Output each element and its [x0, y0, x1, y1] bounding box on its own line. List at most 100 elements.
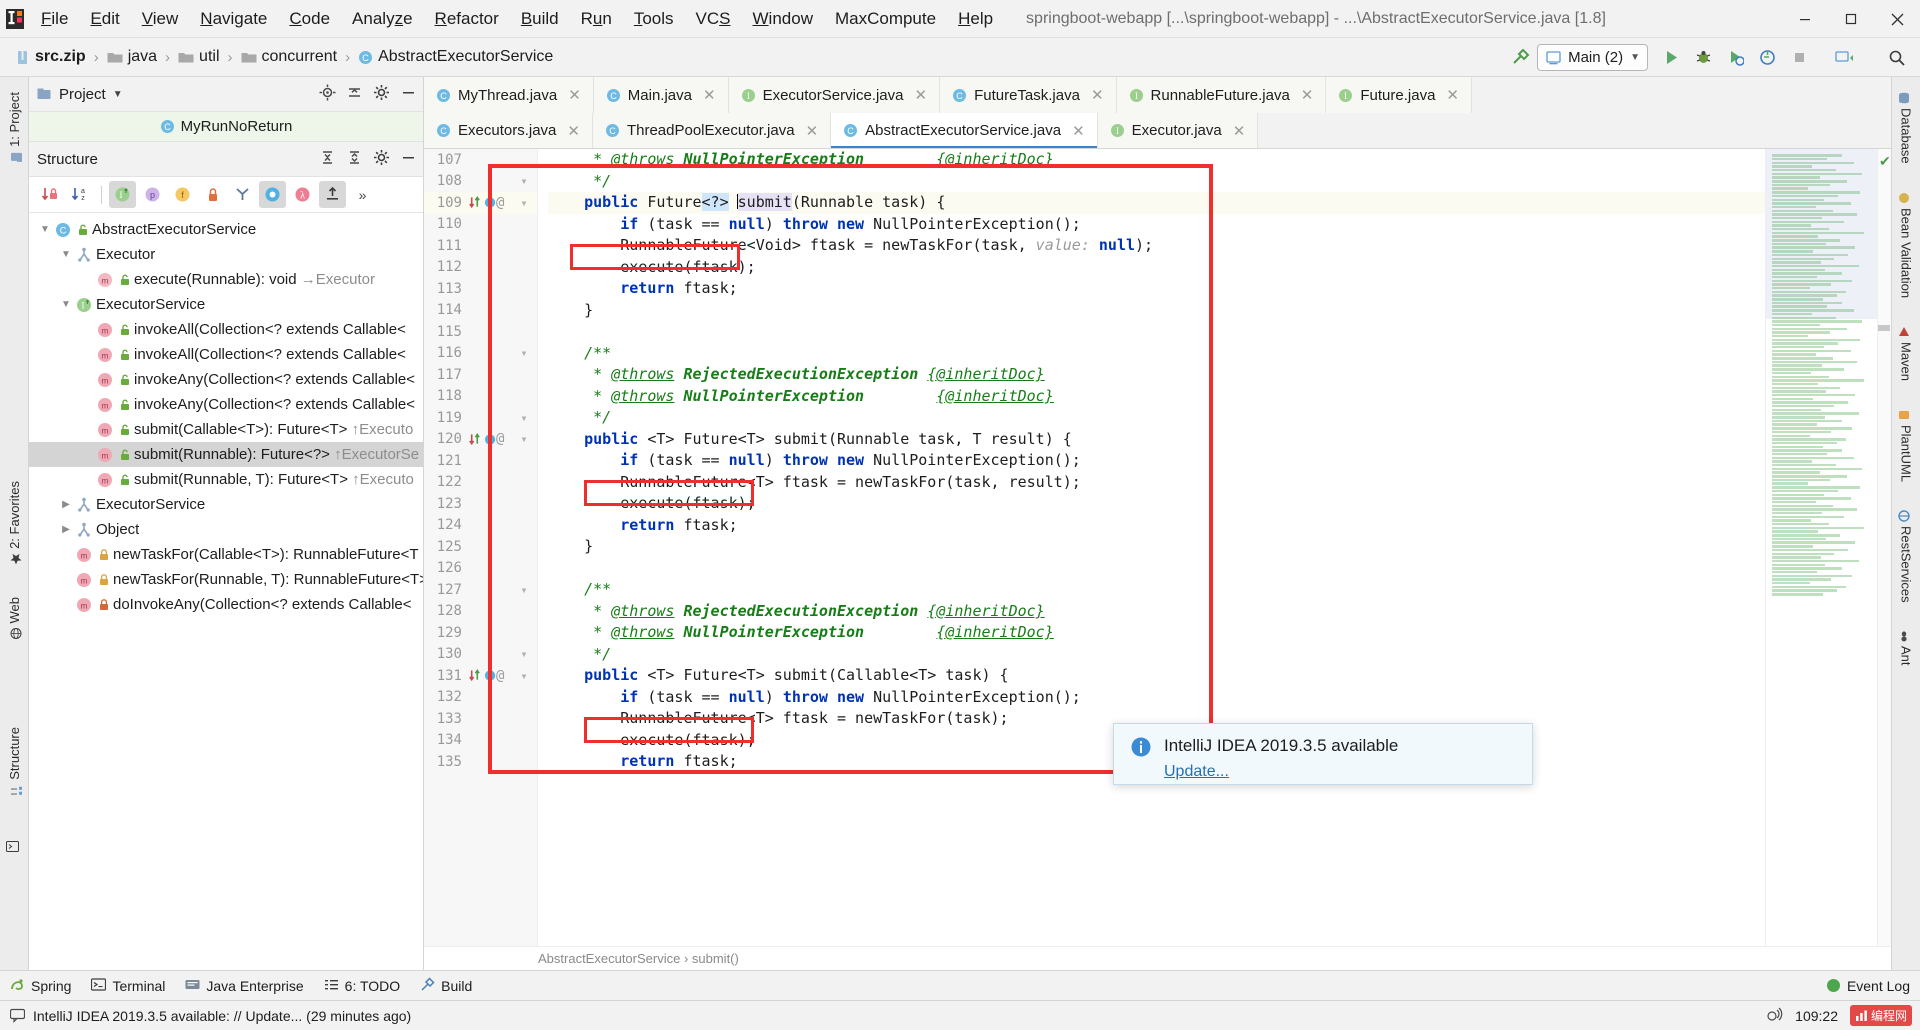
group-methods-icon[interactable]	[259, 181, 286, 208]
code-line[interactable]: execute(ftask);	[548, 257, 1765, 279]
code-line[interactable]: */	[548, 407, 1765, 429]
show-inherited-icon[interactable]: I	[109, 181, 136, 208]
structure-node[interactable]: m submit(Runnable): Future<?> ↑ExecutorSe	[29, 442, 423, 467]
close-tab-icon[interactable]: ✕	[568, 86, 581, 104]
show-anonymous-icon[interactable]	[229, 181, 256, 208]
menu-tools[interactable]: Tools	[623, 5, 685, 33]
structure-node[interactable]: m submit(Runnable, T): Future<T> ↑Executo	[29, 467, 423, 492]
notifications-icon[interactable]	[1766, 1006, 1783, 1026]
menu-file[interactable]: File	[30, 5, 79, 33]
debug-icon[interactable]	[1688, 43, 1718, 73]
structure-node[interactable]: ▶ ExecutorService	[29, 492, 423, 517]
structure-node[interactable]: m invokeAll(Collection<? extends Callable…	[29, 342, 423, 367]
caret-position[interactable]: 109:22	[1795, 1008, 1838, 1024]
menu-navigate[interactable]: Navigate	[189, 5, 278, 33]
code-line[interactable]: if (task == null) throw new NullPointerE…	[548, 450, 1765, 472]
code-line[interactable]: RunnableFuture<T> ftask = newTaskFor(tas…	[548, 472, 1765, 494]
structure-node[interactable]: m newTaskFor(Callable<T>): RunnableFuture…	[29, 542, 423, 567]
search-icon[interactable]	[1882, 43, 1912, 73]
more-icon[interactable]: »	[349, 181, 376, 208]
gutter-markers[interactable]	[466, 432, 496, 447]
breadcrumb-item-src-zip[interactable]: src.zip	[12, 46, 89, 68]
editor-tab-futuretask-java[interactable]: C FutureTask.java ✕	[940, 77, 1117, 113]
menu-edit[interactable]: Edit	[79, 5, 130, 33]
code-line[interactable]: * @throws NullPointerException {@inherit…	[548, 149, 1765, 171]
coverage-icon[interactable]	[1752, 43, 1782, 73]
code-text[interactable]: * @throws NullPointerException {@inherit…	[538, 149, 1765, 946]
maximize-button[interactable]	[1828, 0, 1874, 38]
breadcrumb[interactable]: src.zip › java › util › concurrent › C AbstractEx…	[12, 46, 556, 68]
editor-tabs-row-2[interactable]: C Executors.java ✕ C ThreadPoolExecutor.java…	[424, 113, 1891, 149]
stripe-button-restservices[interactable]: RestServices	[1898, 501, 1915, 612]
code-line[interactable]: public <T> Future<T> submit(Runnable tas…	[548, 429, 1765, 451]
stripe-button-plantuml[interactable]: PlantUML	[1898, 400, 1915, 491]
code-line[interactable]: }	[548, 536, 1765, 558]
stripe-button-ant[interactable]: Ant	[1898, 621, 1915, 675]
structure-node[interactable]: m submit(Callable<T>): Future<T> ↑Executo	[29, 417, 423, 442]
code-line[interactable]: public Future<?> submit(Runnable task) {	[548, 192, 1765, 214]
structure-tree[interactable]: ▼ C AbstractExecutorService ▼ Executor m execu…	[29, 213, 423, 970]
error-stripe[interactable]: ✔	[1877, 149, 1891, 946]
rerun-icon[interactable]	[1720, 43, 1750, 73]
stripe-button-web[interactable]: Web	[6, 588, 23, 649]
stripe-button-bean-validation[interactable]: Bean Validation	[1898, 183, 1915, 307]
stripe-marker[interactable]	[1878, 325, 1890, 331]
menu-refactor[interactable]: Refactor	[424, 5, 510, 33]
gear-icon[interactable]	[373, 84, 390, 104]
menu-help[interactable]: Help	[947, 5, 1004, 33]
fold-marker[interactable]: ▾	[516, 174, 532, 188]
balloon-icon[interactable]	[10, 1008, 25, 1023]
toolwindow-button-todo[interactable]: 6: TODO	[324, 977, 400, 995]
structure-node[interactable]: m doInvokeAny(Collection<? extends Callab…	[29, 592, 423, 617]
editor-minimap[interactable]	[1765, 149, 1877, 946]
chevron-right-icon[interactable]: ▶	[58, 524, 74, 535]
code-line[interactable]: return ftask;	[548, 515, 1765, 537]
update-notification-balloon[interactable]: IntelliJ IDEA 2019.3.5 available Update.…	[1113, 723, 1533, 785]
fold-marker[interactable]: ▾	[516, 669, 532, 683]
hide-icon[interactable]	[400, 149, 417, 169]
autoscroll-icon[interactable]	[319, 181, 346, 208]
breadcrumb-item-java[interactable]: java	[104, 46, 160, 68]
expand-all-icon[interactable]	[319, 149, 336, 169]
code-line[interactable]: * @throws NullPointerException {@inherit…	[548, 622, 1765, 644]
toolwindow-button-spring[interactable]: Spring	[10, 977, 71, 995]
code-line[interactable]	[548, 321, 1765, 343]
breadcrumb-item-util[interactable]: util	[175, 46, 222, 68]
show-non-public-icon[interactable]	[199, 181, 226, 208]
structure-node[interactable]: m invokeAny(Collection<? extends Callable…	[29, 392, 423, 417]
menu-vcs[interactable]: VCS	[685, 5, 742, 33]
stripe-button-terminal[interactable]	[5, 831, 21, 861]
code-line[interactable]: public <T> Future<T> submit(Callable<T> …	[548, 665, 1765, 687]
menu-analyze[interactable]: Analyze	[341, 5, 424, 33]
minimize-button[interactable]	[1782, 0, 1828, 38]
structure-node[interactable]: ▼ Executor	[29, 242, 423, 267]
editor-tab-executorservice-java[interactable]: I ExecutorService.java ✕	[728, 77, 941, 113]
editor-tab-mythread-java[interactable]: C MyThread.java ✕	[424, 77, 594, 113]
fold-marker[interactable]: ▾	[516, 647, 532, 661]
menu-view[interactable]: View	[131, 5, 190, 33]
editor-breadcrumb-footer[interactable]: AbstractExecutorService › submit()	[424, 946, 1891, 970]
structure-node[interactable]: m execute(Runnable): void →Executor	[29, 267, 423, 292]
status-message[interactable]: IntelliJ IDEA 2019.3.5 available: // Upd…	[33, 1008, 411, 1024]
project-pane-selector[interactable]: Project ▼	[37, 86, 123, 103]
close-tab-icon[interactable]: ✕	[703, 86, 716, 104]
code-editor[interactable]: 107 108 ▾ 109 @ ▾ 110 111 112 113 114 115 116 ▾ 117 118…	[424, 149, 1891, 946]
minimap-viewport[interactable]	[1766, 149, 1877, 319]
locate-icon[interactable]	[319, 84, 336, 104]
show-properties-icon[interactable]: p	[139, 181, 166, 208]
build-hammer-icon[interactable]	[1505, 43, 1535, 73]
editor-tab-main-java[interactable]: C Main.java ✕	[593, 77, 729, 113]
toolwindow-button-java-enterprise[interactable]: Java Enterprise	[185, 977, 304, 995]
menu-maxcompute[interactable]: MaxCompute	[824, 5, 947, 33]
code-line[interactable]: /**	[548, 579, 1765, 601]
gutter-markers[interactable]	[466, 195, 496, 210]
chevron-down-icon[interactable]: ▼	[37, 224, 53, 235]
editor-gutter[interactable]: 107 108 ▾ 109 @ ▾ 110 111 112 113 114 115 116 ▾ 117 118…	[424, 149, 538, 946]
menu-run[interactable]: Run	[570, 5, 623, 33]
code-line[interactable]: /**	[548, 343, 1765, 365]
run-icon[interactable]	[1656, 43, 1686, 73]
breadcrumb-item-concurrent[interactable]: concurrent	[238, 46, 341, 68]
chevron-down-icon[interactable]: ▼	[58, 299, 74, 310]
menu-window[interactable]: Window	[742, 5, 824, 33]
structure-node[interactable]: m newTaskFor(Runnable, T): RunnableFuture…	[29, 567, 423, 592]
